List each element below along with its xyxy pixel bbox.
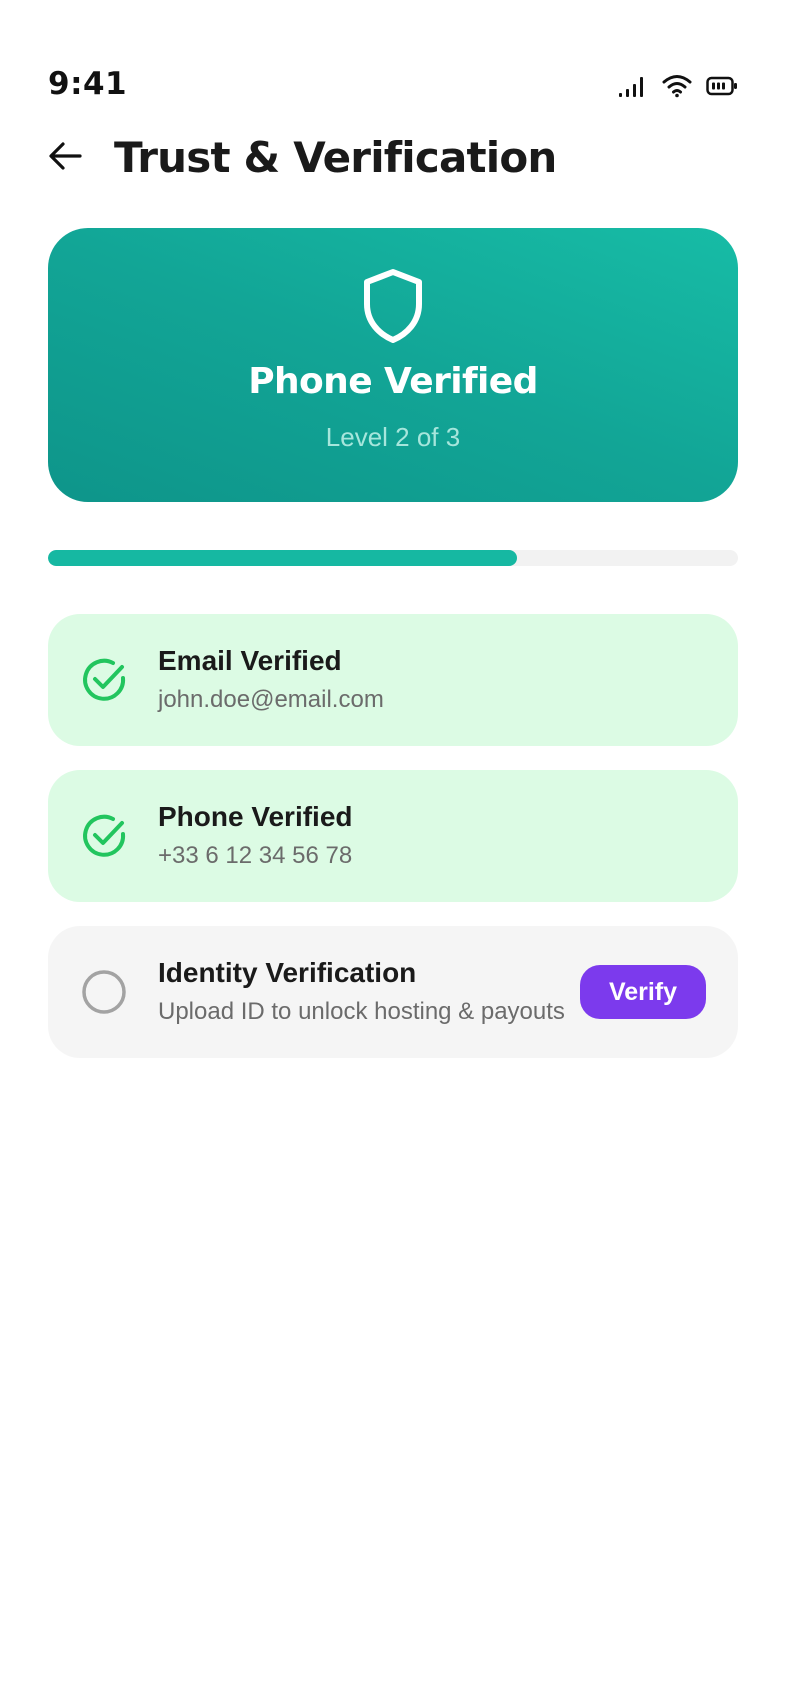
check-circle-icon	[80, 812, 128, 860]
verification-item-text: Identity Verification Upload ID to unloc…	[158, 958, 565, 1025]
verification-item-title: Email Verified	[158, 645, 342, 677]
arrow-left-icon	[48, 141, 82, 176]
status-time: 9:41	[48, 66, 128, 102]
verification-item-subtitle: Upload ID to unlock hosting & payouts	[158, 998, 565, 1026]
verification-item-title: Phone Verified	[158, 801, 353, 833]
verification-item-title: Identity Verification	[158, 957, 417, 989]
verification-item-subtitle: john.doe@email.com	[158, 686, 384, 714]
verification-item-text: Email Verified john.doe@email.com	[158, 646, 384, 713]
header: Trust & Verification	[48, 130, 738, 186]
shield-icon	[361, 268, 425, 344]
verification-level-title: Phone Verified	[248, 361, 538, 402]
status-bar: 9:41	[48, 0, 738, 124]
verification-progress-fill	[48, 550, 518, 566]
verification-progress-bar	[48, 550, 738, 566]
battery-icon	[706, 75, 738, 97]
wifi-icon	[662, 74, 692, 98]
verification-item-email: Email Verified john.doe@email.com	[48, 614, 738, 746]
check-circle-icon	[80, 656, 128, 704]
cellular-signal-icon	[618, 74, 648, 98]
verification-level-subtitle: Level 2 of 3	[325, 421, 461, 452]
empty-circle-icon	[80, 968, 128, 1016]
verification-list: Email Verified john.doe@email.com Phone …	[48, 614, 738, 1058]
verification-item-text: Phone Verified +33 6 12 34 56 78	[158, 802, 353, 869]
trust-verification-screen: 9:41 Trust & Verification Phone Verified…	[0, 0, 786, 1704]
verification-item-identity: Identity Verification Upload ID to unloc…	[48, 926, 738, 1058]
status-icons	[618, 74, 738, 100]
verification-level-card: Phone Verified Level 2 of 3	[48, 228, 738, 502]
verification-item-phone: Phone Verified +33 6 12 34 56 78	[48, 770, 738, 902]
verification-item-subtitle: +33 6 12 34 56 78	[158, 842, 353, 870]
verify-identity-button[interactable]: Verify	[580, 965, 706, 1019]
page-title: Trust & Verification	[114, 133, 557, 182]
back-button[interactable]	[48, 136, 92, 180]
